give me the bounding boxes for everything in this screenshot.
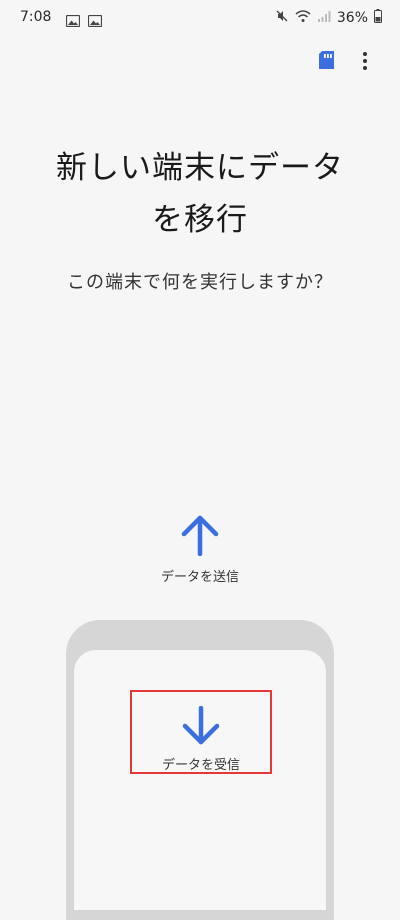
arrow-up-icon — [181, 515, 219, 556]
more-options-icon[interactable] — [354, 50, 376, 72]
sd-card-icon[interactable] — [316, 49, 338, 71]
battery-icon — [374, 9, 382, 27]
status-right: 36% — [275, 9, 382, 27]
phone-screen — [74, 650, 326, 910]
send-data-button[interactable]: データを送信 — [130, 508, 270, 594]
image-icon — [65, 12, 81, 31]
status-time: 7:08 — [20, 9, 52, 25]
receive-data-label: データを受信 — [161, 758, 240, 773]
signal-icon — [317, 10, 331, 27]
gallery-icon — [87, 12, 103, 31]
notification-icons — [65, 12, 103, 31]
send-data-label: データを送信 — [160, 570, 239, 585]
mute-icon — [275, 9, 289, 27]
arrow-down-icon — [182, 706, 220, 745]
title-line-1: 新しい端末にデータ — [56, 150, 344, 186]
receive-data-button[interactable]: データを受信 — [130, 690, 272, 774]
title-line-2: を移行 — [152, 202, 248, 238]
page-title: 新しい端末にデータ を移行 — [0, 142, 400, 246]
page-subtitle: この端末で何を実行しますか？ — [67, 272, 333, 293]
status-bar: 7:08 36% — [0, 0, 400, 36]
wifi-icon — [295, 9, 311, 27]
battery-text: 36% — [336, 10, 368, 26]
